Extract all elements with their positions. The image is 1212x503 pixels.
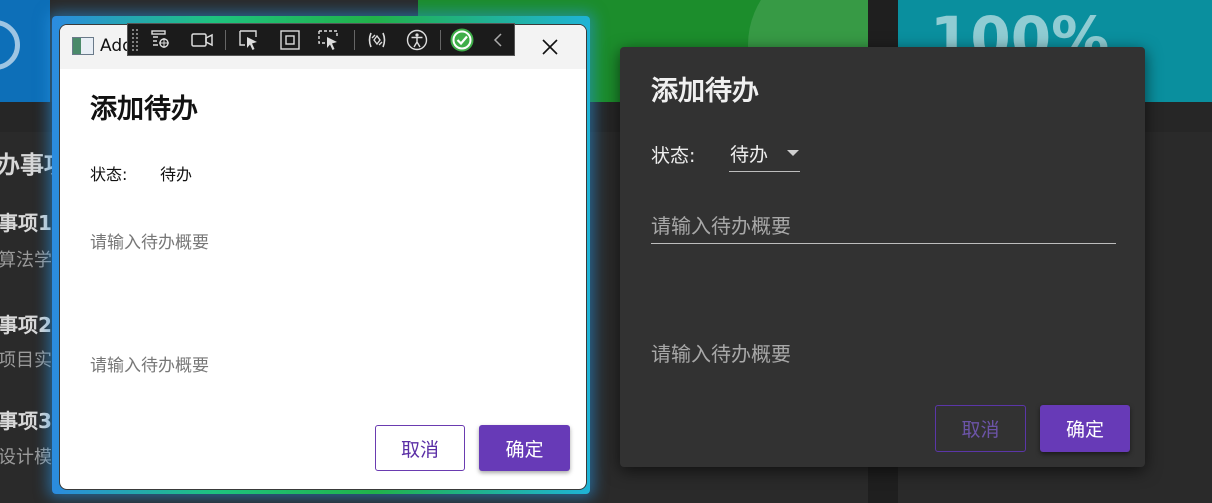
window-app-icon (72, 37, 94, 55)
summary-input[interactable]: 请输入待办概要 (651, 205, 1116, 244)
tile-icon (0, 20, 20, 70)
todo-item-title[interactable]: 事项2 (0, 309, 52, 338)
confirm-button[interactable]: 确定 (1040, 405, 1130, 452)
toolbar-separator (354, 30, 355, 50)
collapse-chevron-icon[interactable] (485, 28, 511, 52)
todo-item-subtitle: 设计模 (0, 447, 52, 468)
dropdown-arrow-icon (787, 150, 799, 156)
hot-reload-icon[interactable] (364, 28, 390, 52)
close-icon (542, 39, 558, 55)
todo-item-subtitle: 算法学 (0, 250, 52, 271)
toolbar-separator (440, 30, 441, 50)
add-todo-window: Add 添加待办 状态: 待办 请输入待办概要 请输入待办概要 取消 确定 (59, 24, 587, 490)
select-element-icon[interactable] (236, 28, 262, 52)
display-layout-adorners-icon[interactable] (277, 28, 303, 52)
todo-item-title[interactable]: 事项1 (0, 207, 52, 236)
accessibility-icon[interactable] (404, 28, 430, 52)
status-select[interactable]: 待办 (160, 161, 192, 185)
cancel-button[interactable]: 取消 (935, 405, 1026, 452)
live-visual-tree-icon[interactable] (147, 28, 173, 52)
record-video-icon[interactable] (189, 28, 215, 52)
content-input[interactable]: 请输入待办概要 (90, 351, 209, 376)
grip-handle-icon[interactable] (131, 28, 139, 52)
add-todo-dialog-dark: 添加待办 状态: 待办 请输入待办概要 请输入待办概要 取消 确定 (620, 47, 1145, 467)
content-input[interactable]: 请输入待办概要 (651, 333, 1116, 369)
dialog-heading: 添加待办 (90, 94, 198, 125)
binding-ok-icon[interactable] (449, 28, 475, 52)
content-input-placeholder: 请输入待办概要 (651, 342, 791, 366)
todo-item-title[interactable]: 事项3 (0, 405, 52, 434)
status-select-value: 待办 (730, 144, 769, 166)
todo-item-subtitle: 项目实 (0, 350, 52, 371)
cancel-button[interactable]: 取消 (375, 425, 465, 471)
status-label: 状态: (90, 165, 128, 184)
confirm-button[interactable]: 确定 (479, 425, 570, 471)
track-focused-element-icon[interactable] (316, 28, 342, 52)
toolbar-separator (225, 30, 226, 50)
summary-input[interactable]: 请输入待办概要 (90, 228, 209, 253)
summary-tile-blue (0, 0, 50, 102)
dialog-heading: 添加待办 (651, 76, 759, 107)
status-select[interactable]: 待办 (729, 135, 800, 172)
status-label: 状态: (651, 145, 696, 167)
window-close-button[interactable] (528, 29, 572, 65)
debug-toolbar (127, 23, 515, 56)
summary-input-placeholder: 请输入待办概要 (651, 214, 791, 238)
